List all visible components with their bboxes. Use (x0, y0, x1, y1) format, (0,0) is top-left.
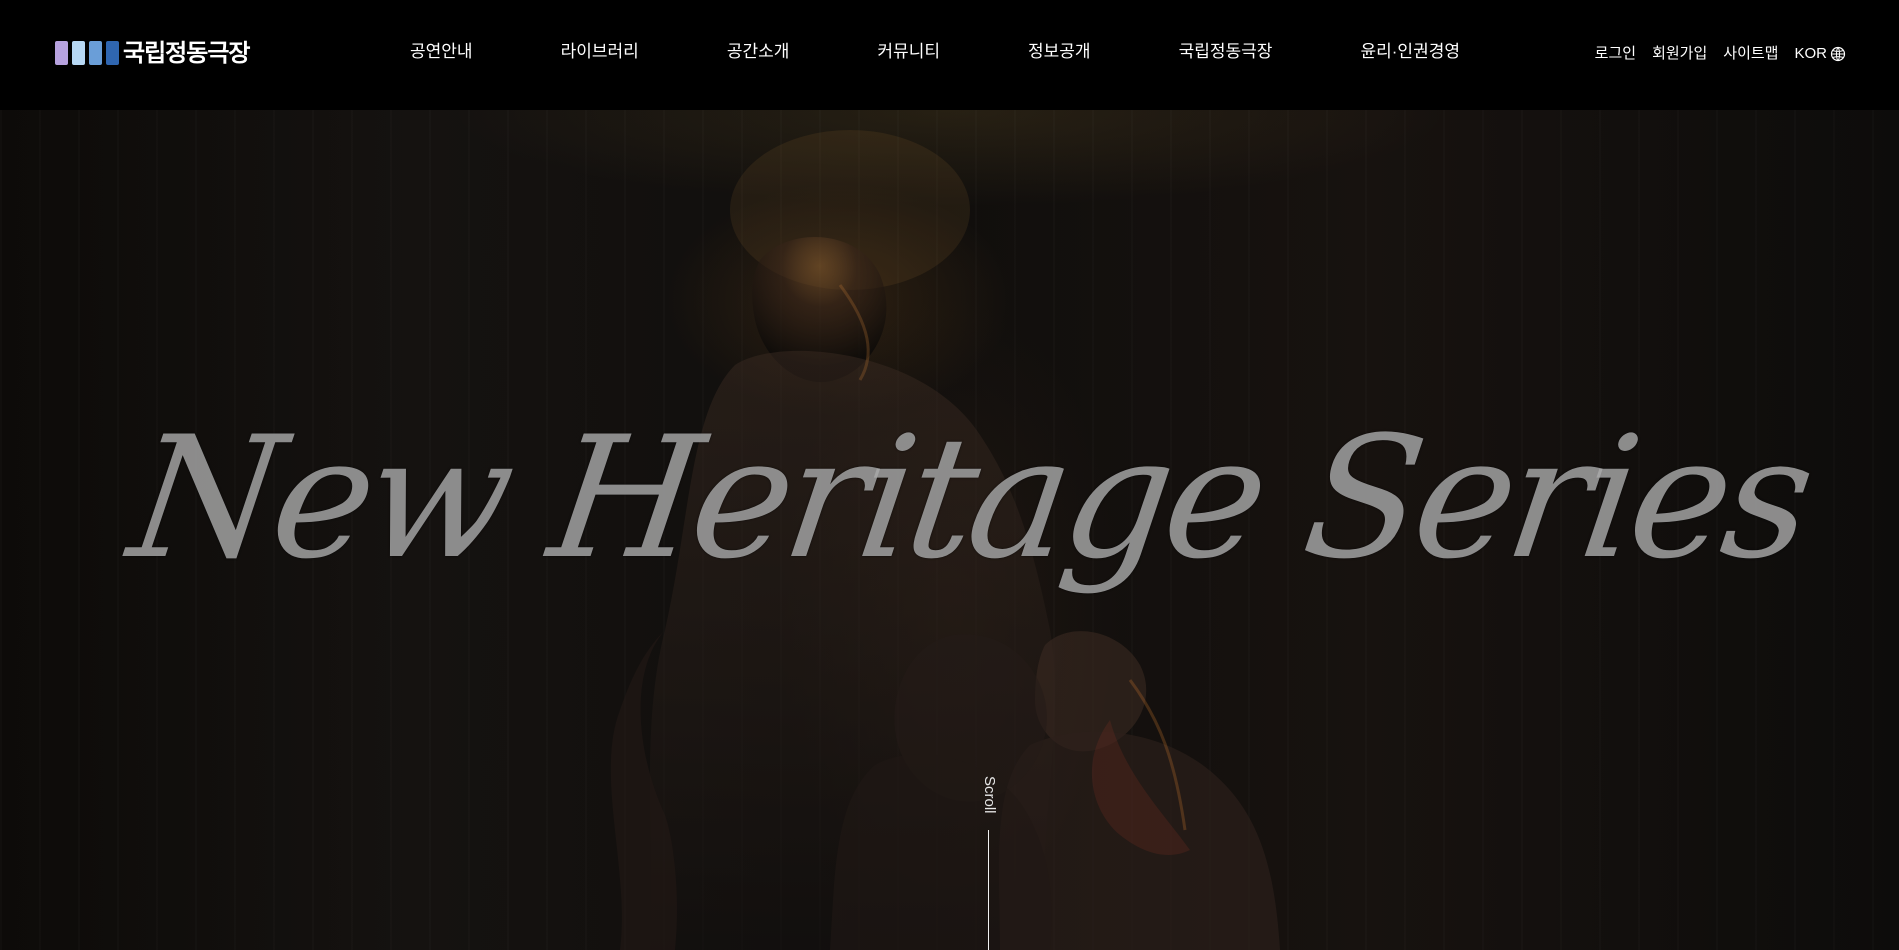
scroll-indicator[interactable]: Scroll (977, 758, 1001, 950)
main-navigation: 공연안내 라이브러리 공간소개 커뮤니티 정보공개 국립정동극장 윤리·인권경영 (375, 38, 1495, 66)
logo-bar-1 (55, 41, 68, 65)
nav-item-theater[interactable]: 국립정동극장 (1144, 38, 1308, 66)
site-logo[interactable]: 국립정동극장 (55, 38, 250, 67)
nav-item-spaces[interactable]: 공간소개 (692, 38, 825, 66)
scroll-label: Scroll (981, 776, 998, 814)
logo-bar-2 (72, 41, 85, 65)
nav-item-community[interactable]: 커뮤니티 (842, 38, 975, 66)
scroll-line (988, 830, 989, 950)
signup-link[interactable]: 회원가입 (1652, 42, 1707, 66)
language-selector[interactable]: KOR (1794, 42, 1846, 66)
login-link[interactable]: 로그인 (1595, 42, 1636, 66)
hero-title: New Heritage Series (120, 400, 1820, 596)
globe-icon (1830, 46, 1846, 62)
utility-menu: 로그인 회원가입 사이트맵 KOR (1595, 42, 1846, 66)
nav-item-performances[interactable]: 공연안내 (375, 38, 508, 66)
site-header: 국립정동극장 공연안내 라이브러리 공간소개 커뮤니티 정보공개 국립정동극장 … (0, 0, 1899, 110)
logo-bar-4 (106, 41, 119, 65)
logo-text: 국립정동극장 (123, 38, 250, 67)
nav-item-disclosure[interactable]: 정보공개 (993, 38, 1126, 66)
language-label: KOR (1794, 45, 1827, 62)
logo-bar-3 (89, 41, 102, 65)
nav-item-ethics[interactable]: 윤리·인권경영 (1325, 38, 1495, 66)
nav-item-library[interactable]: 라이브러리 (526, 38, 674, 66)
sitemap-link[interactable]: 사이트맵 (1723, 42, 1778, 66)
page: 국립정동극장 공연안내 라이브러리 공간소개 커뮤니티 정보공개 국립정동극장 … (0, 0, 1899, 950)
logo-mark (55, 41, 119, 65)
hero-banner: New Heritage Series Scroll (0, 110, 1899, 950)
